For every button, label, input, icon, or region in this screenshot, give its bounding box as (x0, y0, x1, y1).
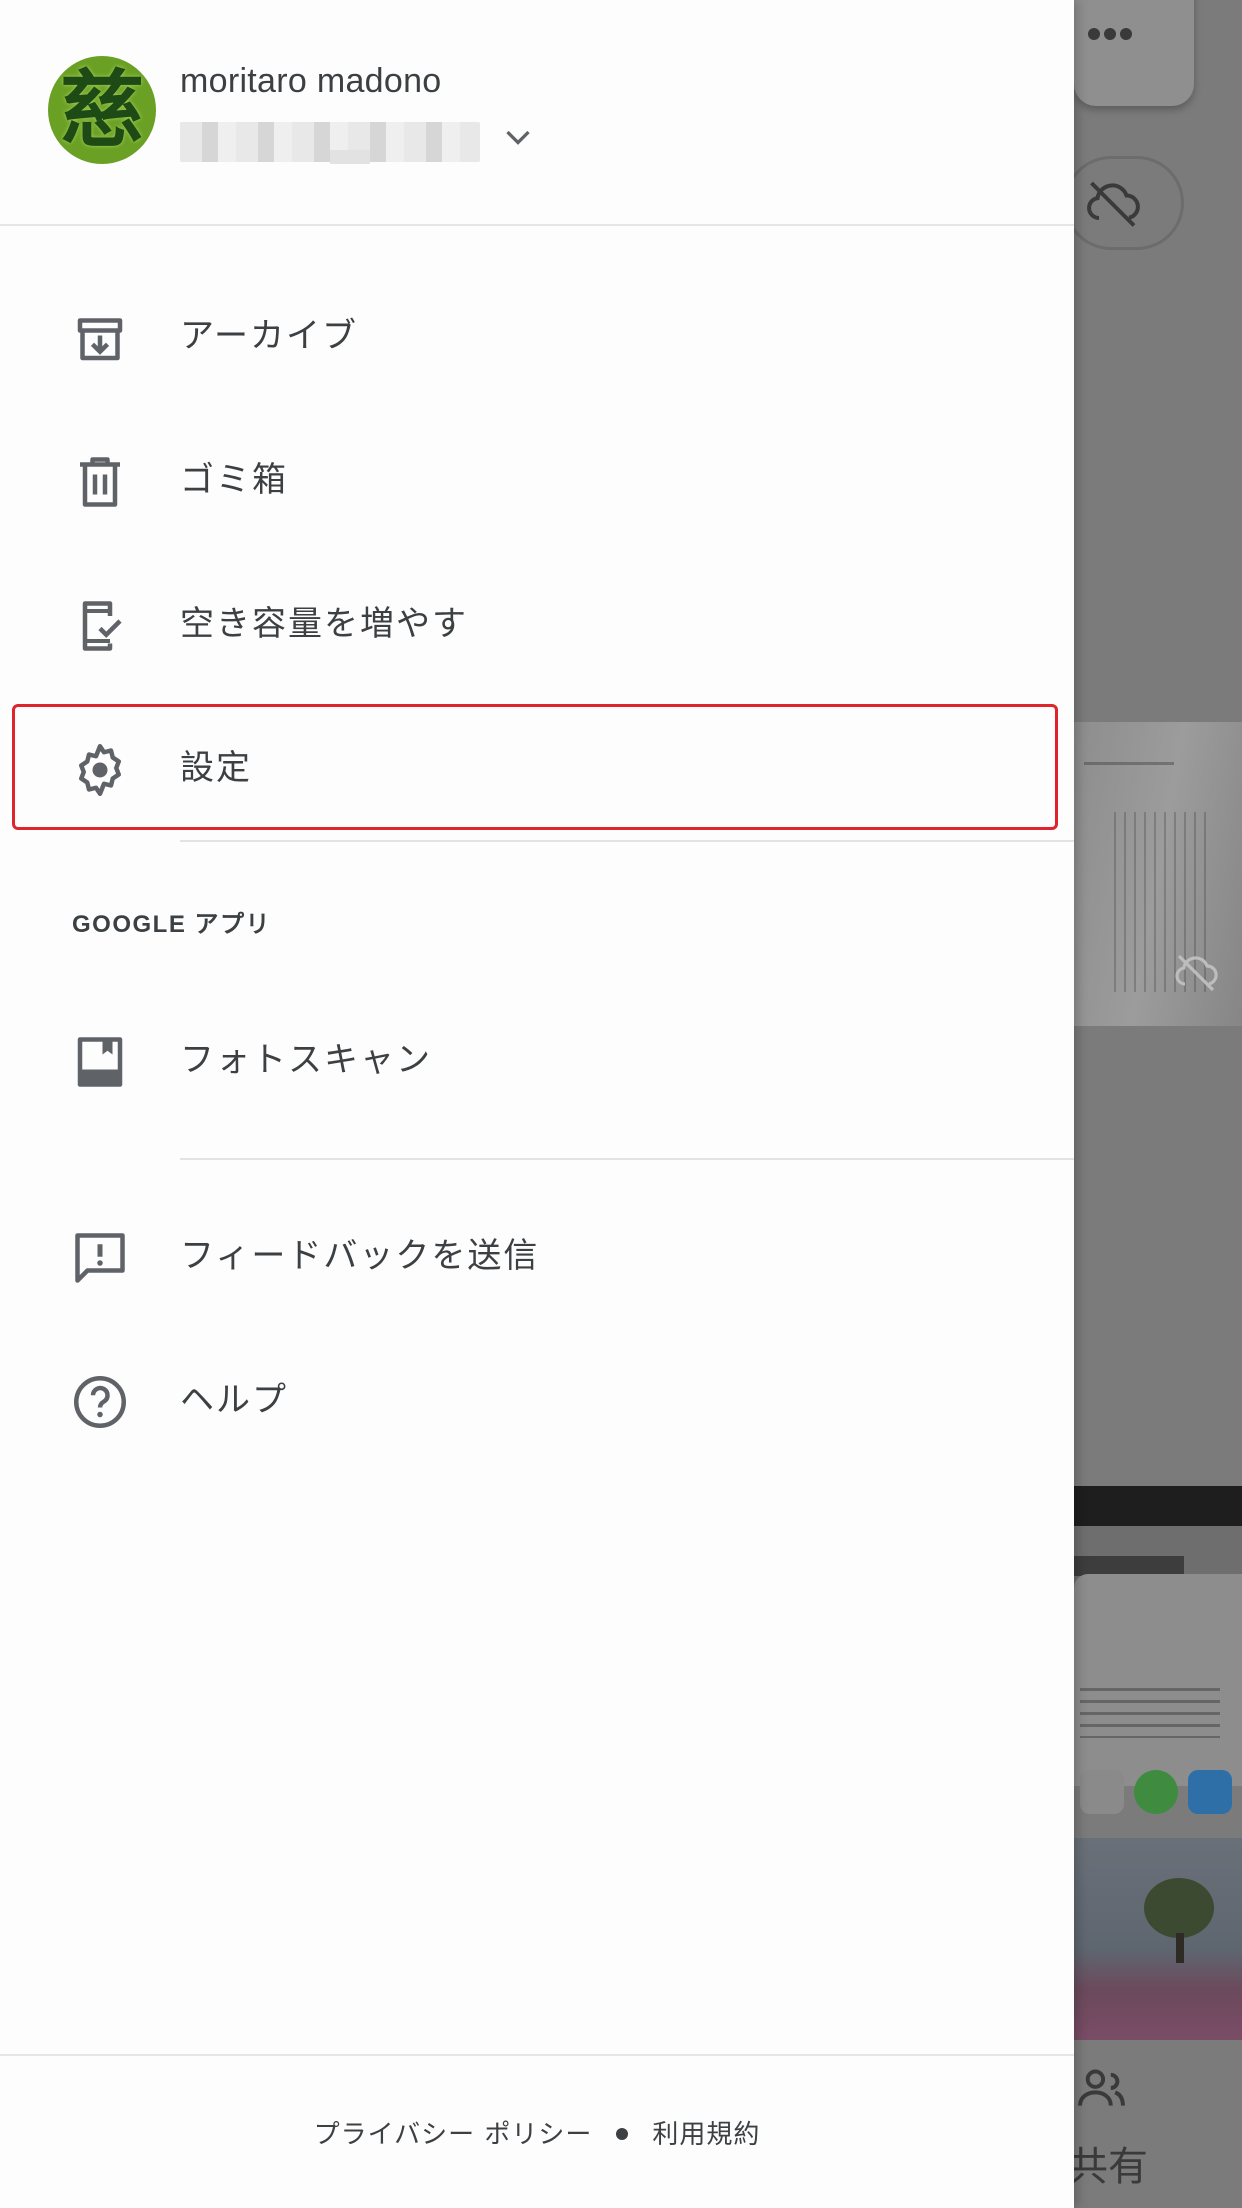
photo-thumbnail-screenshot (1074, 1486, 1242, 1814)
feedback-icon (75, 1233, 125, 1283)
menu-item-label: アーカイブ (180, 316, 358, 356)
menu-item-label: ゴミ箱 (180, 460, 288, 500)
menu-item-label: フィードバックを送信 (180, 1236, 540, 1276)
photo-thumbnail-document (1074, 722, 1242, 1026)
footer-links: プライバシー ポリシー 利用規約 (0, 2114, 1074, 2151)
menu-item-label: フォトスキャン (180, 1040, 432, 1080)
menu-item-help[interactable]: ヘルプ (0, 1338, 1074, 1458)
menu-item-photoscan[interactable]: フォトスキャン (0, 998, 1074, 1118)
archive-icon (77, 318, 123, 361)
menu-item-free-up-space[interactable]: 空き容量を増やす (0, 562, 1074, 682)
settings-highlight-box (12, 704, 1058, 830)
photoscan-icon (77, 1037, 123, 1087)
cloud-off-icon (1087, 181, 1140, 227)
trash-icon (80, 457, 120, 507)
cloud-off-icon (1175, 954, 1218, 992)
navigation-drawer: 慈 moritaro madono アーカイブ ゴミ箱 空き容量を増やす 設定 … (0, 0, 1074, 2208)
backup-off-pill (1074, 156, 1184, 250)
menu-item-trash[interactable]: ゴミ箱 (0, 418, 1074, 538)
share-tab: 共有 (1074, 2040, 1242, 2208)
avatar-glyph: 慈 (59, 60, 144, 159)
help-icon (74, 1376, 126, 1428)
terms-link[interactable]: 利用規約 (652, 2120, 760, 2150)
account-name: moritaro madono (180, 62, 442, 100)
drawer-footer: プライバシー ポリシー 利用規約 (0, 2054, 1074, 2208)
background-app: 共有 (1074, 0, 1242, 2208)
device-check-icon (82, 601, 122, 651)
menu-item-label: ヘルプ (180, 1380, 288, 1420)
separator-dot (616, 2127, 629, 2140)
photo-grid-empty (1074, 1026, 1242, 1486)
account-header[interactable]: 慈 moritaro madono (0, 0, 1074, 226)
privacy-policy-link[interactable]: プライバシー ポリシー (314, 2120, 593, 2150)
share-tab-label: 共有 (1074, 2144, 1148, 2190)
account-email-redacted (180, 122, 480, 164)
chevron-down-icon[interactable] (498, 120, 538, 156)
menu-item-feedback[interactable]: フィードバックを送信 (0, 1194, 1074, 1314)
menu-item-archive[interactable]: アーカイブ (0, 274, 1074, 394)
avatar[interactable]: 慈 (48, 56, 156, 164)
divider (180, 840, 1074, 842)
divider (180, 1158, 1074, 1160)
more-options-button (1074, 0, 1194, 106)
photo-thumbnail-tree (1074, 1838, 1242, 2040)
google-apps-section-label: GOOGLE アプリ (72, 911, 272, 938)
people-icon (1078, 2069, 1125, 2106)
menu-item-label: 空き容量を増やす (180, 604, 468, 644)
